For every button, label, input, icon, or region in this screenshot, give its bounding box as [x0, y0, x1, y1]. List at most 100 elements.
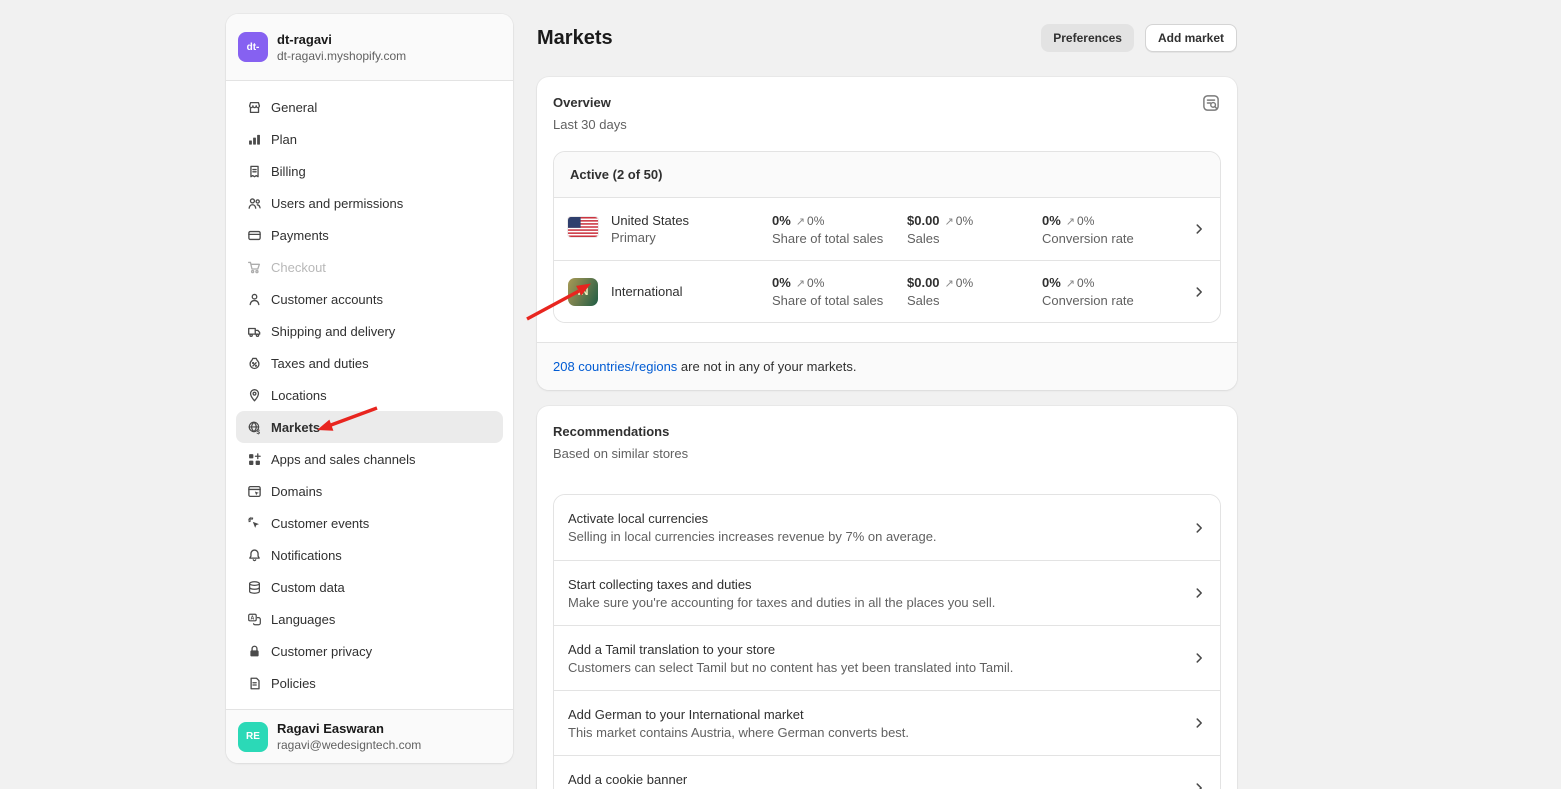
- sidebar-item-billing[interactable]: Billing: [236, 155, 503, 187]
- preferences-button[interactable]: Preferences: [1041, 24, 1134, 52]
- recommendation-title: Add German to your International market: [568, 707, 1192, 722]
- sidebar-item-plan[interactable]: Plan: [236, 123, 503, 155]
- stat-label: Share of total sales: [772, 231, 907, 246]
- store-name: dt-ragavi: [277, 31, 406, 48]
- chevron-right-icon: [1192, 651, 1206, 665]
- sidebar-item-label: Users and permissions: [271, 196, 403, 211]
- market-stat: $0.00 ↗ 0% Sales: [907, 213, 1042, 246]
- stat-label: Conversion rate: [1042, 231, 1192, 246]
- stat-value: 0%: [1042, 213, 1061, 228]
- overview-card-header: Overview Last 30 days: [537, 77, 1237, 151]
- main-content: Markets Preferences Add market Overview …: [537, 0, 1237, 789]
- sidebar-item-label: Billing: [271, 164, 306, 179]
- trend-up-icon: ↗: [1066, 277, 1075, 290]
- user-email: ragavi@wedesigntech.com: [277, 737, 421, 753]
- sidebar-item-general[interactable]: General: [236, 91, 503, 123]
- sidebar-item-apps-and-sales-channels[interactable]: Apps and sales channels: [236, 443, 503, 475]
- stat-label: Sales: [907, 231, 1042, 246]
- sidebar-item-label: Languages: [271, 612, 335, 627]
- sidebar-item-users-and-permissions[interactable]: Users and permissions: [236, 187, 503, 219]
- market-initials-badge: IN: [568, 278, 598, 306]
- notifications-icon: [246, 547, 262, 563]
- sidebar-item-markets[interactable]: $ Markets: [236, 411, 503, 443]
- sidebar-item-policies[interactable]: Policies: [236, 667, 503, 699]
- domains-icon: [246, 483, 262, 499]
- market-stat: 0% ↗ 0% Share of total sales: [772, 275, 907, 308]
- overview-subtitle: Last 30 days: [553, 115, 627, 135]
- recommendation-start-collecting-taxes-and-duties[interactable]: Start collecting taxes and duties Make s…: [554, 560, 1220, 625]
- recommendation-description: This market contains Austria, where Germ…: [568, 725, 1192, 740]
- settings-sidebar: dt- dt-ragavi dt-ragavi.myshopify.com Ge…: [226, 14, 513, 763]
- recommendation-title: Add a Tamil translation to your store: [568, 642, 1192, 657]
- store-header: dt- dt-ragavi dt-ragavi.myshopify.com: [226, 14, 513, 81]
- sidebar-item-customer-events[interactable]: Customer events: [236, 507, 503, 539]
- overview-card: Overview Last 30 days Active (2 of 50): [537, 77, 1237, 390]
- recommendation-activate-local-currencies[interactable]: Activate local currencies Selling in loc…: [554, 495, 1220, 560]
- stat-delta-value: 0%: [807, 276, 824, 290]
- countries-regions-link[interactable]: 208 countries/regions: [553, 359, 677, 374]
- stat-delta-value: 0%: [1077, 276, 1094, 290]
- sidebar-item-domains[interactable]: Domains: [236, 475, 503, 507]
- countries-regions-text: are not in any of your markets.: [677, 359, 856, 374]
- sidebar-item-customer-privacy[interactable]: Customer privacy: [236, 635, 503, 667]
- recommendation-add-german-to-international[interactable]: Add German to your International market …: [554, 690, 1220, 755]
- svg-text:A: A: [250, 615, 254, 621]
- stat-label: Sales: [907, 293, 1042, 308]
- active-markets-heading: Active (2 of 50): [554, 152, 1220, 198]
- market-stat: 0% ↗ 0% Share of total sales: [772, 213, 907, 246]
- overview-card-footer: 208 countries/regions are not in any of …: [537, 342, 1237, 390]
- search-list-icon[interactable]: [1201, 93, 1221, 113]
- trend-up-icon: ↗: [796, 277, 805, 290]
- sidebar-item-label: Locations: [271, 388, 327, 403]
- sidebar-item-payments[interactable]: Payments: [236, 219, 503, 251]
- stat-value: 0%: [1042, 275, 1061, 290]
- market-subtitle: Primary: [611, 230, 772, 245]
- user-name: Ragavi Easwaran: [277, 720, 421, 737]
- market-stat: 0% ↗ 0% Conversion rate: [1042, 213, 1192, 246]
- header-actions: Preferences Add market: [1041, 24, 1237, 52]
- recommendations-header: Recommendations Based on similar stores: [537, 406, 1237, 480]
- chevron-right-icon: [1192, 586, 1206, 600]
- sidebar-item-label: Customer events: [271, 516, 369, 531]
- markets-icon: $: [246, 419, 262, 435]
- recommendations-card: Recommendations Based on similar stores …: [537, 406, 1237, 789]
- sidebar-item-locations[interactable]: Locations: [236, 379, 503, 411]
- recommendation-title: Start collecting taxes and duties: [568, 577, 1192, 592]
- custom-data-icon: [246, 579, 262, 595]
- privacy-icon: [246, 643, 262, 659]
- svg-text:$: $: [256, 428, 260, 434]
- add-market-button[interactable]: Add market: [1145, 24, 1237, 52]
- market-rows: United States Primary 0% ↗: [554, 198, 1220, 322]
- sidebar-item-label: Plan: [271, 132, 297, 147]
- stat-value: $0.00: [907, 213, 940, 228]
- billing-icon: [246, 163, 262, 179]
- sidebar-item-languages[interactable]: A Languages: [236, 603, 503, 635]
- chevron-right-icon: [1192, 285, 1206, 299]
- stat-label: Conversion rate: [1042, 293, 1192, 308]
- store-avatar: dt-: [238, 32, 268, 62]
- market-name: International: [611, 284, 772, 299]
- sidebar-item-custom-data[interactable]: Custom data: [236, 571, 503, 603]
- sidebar-item-label: Customer accounts: [271, 292, 383, 307]
- recommendation-add-cookie-banner[interactable]: Add a cookie banner Local privacy laws m…: [554, 755, 1220, 789]
- sidebar-item-customer-accounts[interactable]: Customer accounts: [236, 283, 503, 315]
- store-domain: dt-ragavi.myshopify.com: [277, 48, 406, 64]
- sidebar-item-label: Apps and sales channels: [271, 452, 416, 467]
- page-header: Markets Preferences Add market: [537, 0, 1237, 52]
- settings-nav: General Plan Billing Users and permissio…: [226, 81, 513, 709]
- recommendation-description: Make sure you're accounting for taxes an…: [568, 595, 1192, 610]
- recommendation-add-tamil-translation[interactable]: Add a Tamil translation to your store Cu…: [554, 625, 1220, 690]
- shopify-settings-page: dt- dt-ragavi dt-ragavi.myshopify.com Ge…: [0, 0, 1561, 789]
- sidebar-item-taxes-and-duties[interactable]: Taxes and duties: [236, 347, 503, 379]
- market-row-united-states[interactable]: United States Primary 0% ↗: [554, 198, 1220, 260]
- sidebar-item-label: Payments: [271, 228, 329, 243]
- sidebar-item-shipping-and-delivery[interactable]: Shipping and delivery: [236, 315, 503, 347]
- market-row-international[interactable]: IN International 0%: [554, 260, 1220, 322]
- taxes-icon: [246, 355, 262, 371]
- sidebar-item-notifications[interactable]: Notifications: [236, 539, 503, 571]
- trend-up-icon: ↗: [796, 215, 805, 228]
- market-stats: 0% ↗ 0% Share of total sales: [772, 213, 1192, 246]
- stat-value: 0%: [772, 213, 791, 228]
- overview-title: Overview: [553, 93, 627, 113]
- sidebar-item-label: Policies: [271, 676, 316, 691]
